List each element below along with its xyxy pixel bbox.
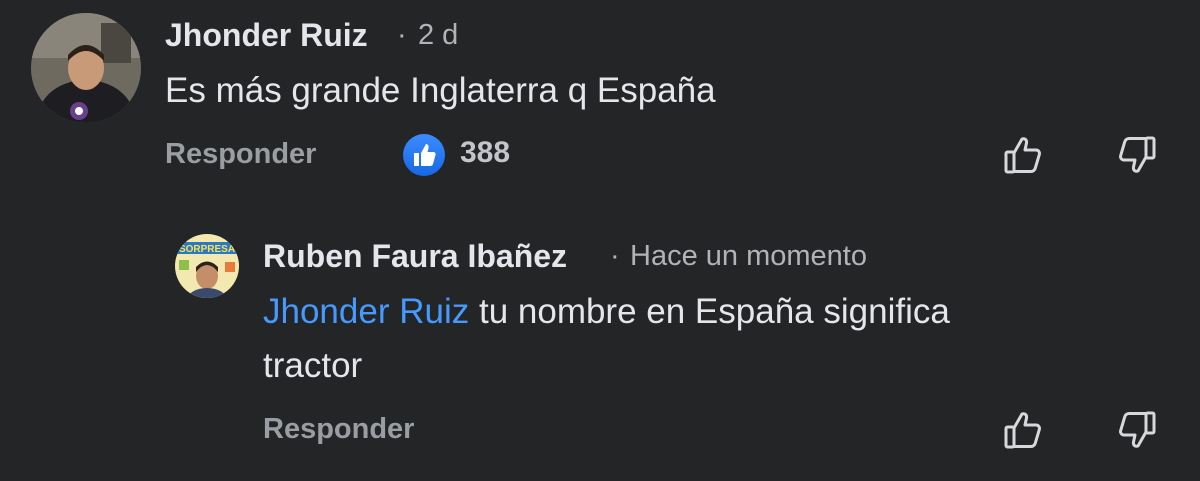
thumbs-up-icon[interactable] xyxy=(1003,408,1047,452)
reply-text-line1-content: tu nombre en España significa xyxy=(478,292,950,331)
reply-text: Jhonder Ruiz tu nombre en España signifi… xyxy=(263,285,950,393)
replier-avatar[interactable]: SORPRESA xyxy=(175,234,239,298)
replier-name[interactable]: Ruben Faura Ibañez xyxy=(263,238,567,275)
separator-dot: · xyxy=(397,19,407,51)
commenter-avatar[interactable] xyxy=(31,13,141,123)
reply-button[interactable]: Responder xyxy=(165,138,316,171)
thumbs-up-icon[interactable] xyxy=(1003,133,1047,177)
reply-text-line1: Jhonder Ruiz tu nombre en España signifi… xyxy=(263,285,950,339)
mention-link[interactable]: Jhonder Ruiz xyxy=(263,292,469,331)
thumbs-down-icon[interactable] xyxy=(1113,408,1157,452)
like-count: 388 xyxy=(460,136,511,169)
commenter-name[interactable]: Jhonder Ruiz xyxy=(165,17,368,54)
like-reaction-icon xyxy=(403,134,445,176)
separator-dot: · xyxy=(610,240,620,272)
reply-button-nested[interactable]: Responder xyxy=(263,413,414,446)
avatar-banner-text: SORPRESA xyxy=(179,244,235,255)
comment-timestamp: 2 d xyxy=(418,19,459,51)
thumbs-down-icon[interactable] xyxy=(1113,133,1157,177)
reply-text-line2: tractor xyxy=(263,346,363,385)
comment-text: Es más grande Inglaterra q España xyxy=(165,71,716,110)
reply-timestamp: Hace un momento xyxy=(630,240,867,272)
